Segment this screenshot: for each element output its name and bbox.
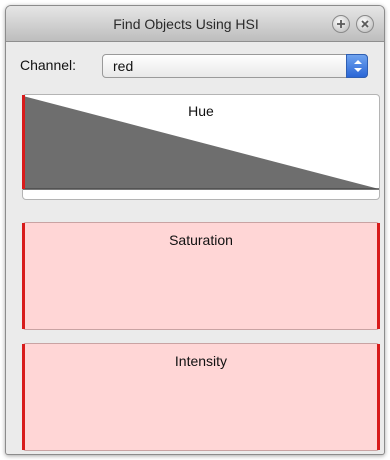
channel-label: Channel:: [20, 57, 77, 73]
zoom-button[interactable]: [332, 15, 350, 33]
zoom-icon: [337, 20, 345, 28]
updown-arrow-icon: [354, 60, 362, 72]
hsi-window: Find Objects Using HSI Channel: red Hue …: [5, 5, 385, 455]
hue-label: Hue: [188, 103, 214, 119]
hue-panel[interactable]: Hue: [22, 94, 380, 200]
intensity-panel[interactable]: Intensity: [22, 343, 380, 451]
channel-select-value: red: [113, 58, 134, 74]
saturation-label: Saturation: [169, 232, 233, 248]
window-title: Find Objects Using HSI: [113, 16, 259, 32]
channel-select[interactable]: red: [102, 54, 368, 78]
intensity-label: Intensity: [174, 353, 228, 369]
saturation-panel[interactable]: Saturation: [22, 222, 380, 330]
close-button[interactable]: [356, 15, 374, 33]
select-arrow[interactable]: [346, 54, 368, 78]
close-icon: [361, 20, 369, 28]
channel-row: Channel: red: [6, 52, 384, 82]
titlebar[interactable]: Find Objects Using HSI: [6, 6, 384, 42]
